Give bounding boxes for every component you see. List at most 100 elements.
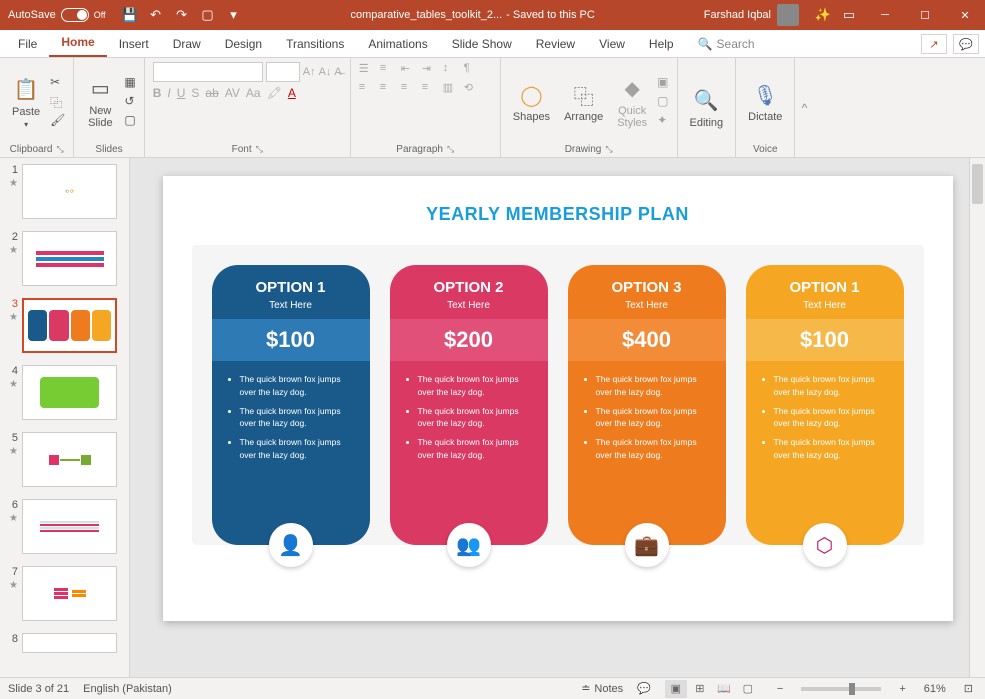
smartart-icon[interactable]: ⟲ <box>464 81 482 94</box>
avatar-icon[interactable] <box>777 4 799 26</box>
linespacing-icon[interactable]: ↕ <box>443 62 461 75</box>
strike-button[interactable]: ab <box>205 86 218 100</box>
pricing-card-4[interactable]: OPTION 1 Text Here $100 The quick brown … <box>746 265 904 545</box>
pricing-card-3[interactable]: OPTION 3 Text Here $400 The quick brown … <box>568 265 726 545</box>
align-left-icon[interactable]: ≡ <box>359 81 377 94</box>
tab-slideshow[interactable]: Slide Show <box>440 31 524 57</box>
case-button[interactable]: Aa <box>246 86 261 100</box>
font-launcher-icon[interactable]: ⤡ <box>256 144 263 155</box>
highlight-icon[interactable]: 🖍 <box>267 86 282 100</box>
dictate-button[interactable]: 🎙 Dictate <box>744 79 786 125</box>
thumbnail-1[interactable]: 1★ ⟲⟳ <box>0 158 129 225</box>
close-button[interactable]: ✕ <box>945 0 985 30</box>
slideshow-view-icon[interactable]: ▢ <box>737 680 759 698</box>
align-right-icon[interactable]: ≡ <box>401 81 419 94</box>
normal-view-icon[interactable]: ▣ <box>665 680 687 698</box>
arrange-button[interactable]: ⿻ Arrange <box>560 79 607 125</box>
zoom-out-button[interactable]: − <box>773 683 787 695</box>
tab-insert[interactable]: Insert <box>107 31 161 57</box>
tab-view[interactable]: View <box>587 31 637 57</box>
thumbnail-7[interactable]: 7★ <box>0 560 129 627</box>
display-options-icon[interactable]: ▭ <box>841 7 857 23</box>
thumbnail-5[interactable]: 5★ <box>0 426 129 493</box>
tab-design[interactable]: Design <box>213 31 274 57</box>
share-button[interactable]: ↗ <box>921 34 947 54</box>
textdir-icon[interactable]: ¶ <box>464 62 482 75</box>
shape-outline-icon[interactable]: ▢ <box>657 94 668 110</box>
vertical-scrollbar[interactable] <box>969 158 985 677</box>
tab-file[interactable]: File <box>6 31 49 57</box>
scrollbar-thumb[interactable] <box>972 164 983 204</box>
tab-transitions[interactable]: Transitions <box>274 31 356 57</box>
comments-button[interactable]: 💬 <box>953 34 979 54</box>
section-icon[interactable]: ▢ <box>124 113 135 129</box>
shape-fill-icon[interactable]: ▣ <box>657 75 668 91</box>
redo-icon[interactable]: ↷ <box>174 7 190 23</box>
quick-styles-button[interactable]: ◆ Quick Styles <box>613 73 651 131</box>
thumbnail-3[interactable]: 3★ <box>0 292 129 359</box>
user-area[interactable]: Farshad Iqbal <box>696 4 807 26</box>
editing-button[interactable]: 🔍 Editing <box>686 85 728 131</box>
justify-icon[interactable]: ≡ <box>422 81 440 94</box>
tell-me-search[interactable]: 🔍 Search <box>686 31 767 57</box>
new-slide-button[interactable]: ▭ New Slide <box>82 73 118 131</box>
thumbnail-6[interactable]: 6★ <box>0 493 129 560</box>
indent-right-icon[interactable]: ⇥ <box>422 62 440 75</box>
zoom-handle[interactable] <box>849 683 855 695</box>
undo-icon[interactable]: ↶ <box>148 7 164 23</box>
language-indicator[interactable]: English (Pakistan) <box>83 683 172 695</box>
maximize-button[interactable]: ☐ <box>905 0 945 30</box>
tab-animations[interactable]: Animations <box>356 31 439 57</box>
slide-thumbnails-panel[interactable]: 1★ ⟲⟳ 2★ 3★ 4★ 5★ 6★ 7★ 8 <box>0 158 130 677</box>
font-size-input[interactable] <box>266 62 300 82</box>
indent-left-icon[interactable]: ⇤ <box>401 62 419 75</box>
thumbnail-2[interactable]: 2★ <box>0 225 129 292</box>
clear-format-icon[interactable]: A̶ <box>334 66 341 78</box>
shapes-button[interactable]: ◯ Shapes <box>509 79 554 125</box>
drawing-launcher-icon[interactable]: ⤡ <box>605 144 612 155</box>
minimize-button[interactable]: ─ <box>865 0 905 30</box>
autosave-toggle[interactable]: AutoSave Off <box>0 8 114 22</box>
font-color-icon[interactable]: A <box>288 86 296 100</box>
tab-review[interactable]: Review <box>524 31 587 57</box>
paste-button[interactable]: 📋 Paste ▾ <box>8 74 44 131</box>
collapse-ribbon-icon[interactable]: ^ <box>795 58 813 157</box>
paragraph-launcher-icon[interactable]: ⤡ <box>447 144 454 155</box>
toggle-switch[interactable] <box>61 8 89 22</box>
tab-draw[interactable]: Draw <box>161 31 213 57</box>
columns-icon[interactable]: ▥ <box>443 81 461 94</box>
rocket-icon[interactable]: ✨ <box>815 7 831 23</box>
bullets-icon[interactable]: ☰ <box>359 62 377 75</box>
thumbnail-4[interactable]: 4★ <box>0 359 129 426</box>
thumbnail-8[interactable]: 8 <box>0 627 129 659</box>
slide-content[interactable]: YEARLY MEMBERSHIP PLAN OPTION 1 Text Her… <box>163 176 953 621</box>
tab-help[interactable]: Help <box>637 31 686 57</box>
font-family-input[interactable] <box>153 62 263 82</box>
pricing-card-2[interactable]: OPTION 2 Text Here $200 The quick brown … <box>390 265 548 545</box>
bold-button[interactable]: B <box>153 86 162 100</box>
notes-button[interactable]: ≐Notes <box>581 682 623 695</box>
comments-status-button[interactable]: 💬 <box>637 682 651 695</box>
shape-effects-icon[interactable]: ✦ <box>657 113 668 129</box>
reading-view-icon[interactable]: 📖 <box>713 680 735 698</box>
underline-button[interactable]: U <box>177 86 186 100</box>
layout-icon[interactable]: ▦ <box>124 75 135 91</box>
increase-font-icon[interactable]: A↑ <box>303 66 316 78</box>
tab-home[interactable]: Home <box>49 29 106 57</box>
qat-dropdown-icon[interactable]: ▾ <box>226 7 242 23</box>
italic-button[interactable]: I <box>167 86 170 100</box>
shadow-button[interactable]: S <box>191 86 199 100</box>
cut-icon[interactable]: ✂ <box>50 75 65 91</box>
copy-icon[interactable]: ⿻ <box>50 94 65 110</box>
slideshow-start-icon[interactable]: ▢ <box>200 7 216 23</box>
spacing-button[interactable]: AV <box>225 86 240 100</box>
format-painter-icon[interactable]: 🖌 <box>50 113 65 129</box>
decrease-font-icon[interactable]: A↓ <box>319 66 332 78</box>
slide-counter[interactable]: Slide 3 of 21 <box>8 683 69 695</box>
sorter-view-icon[interactable]: ⊞ <box>689 680 711 698</box>
clipboard-launcher-icon[interactable]: ⤡ <box>56 144 63 155</box>
align-center-icon[interactable]: ≡ <box>380 81 398 94</box>
slide-title[interactable]: YEARLY MEMBERSHIP PLAN <box>426 204 689 225</box>
save-icon[interactable]: 💾 <box>122 7 138 23</box>
numbering-icon[interactable]: ≡ <box>380 62 398 75</box>
